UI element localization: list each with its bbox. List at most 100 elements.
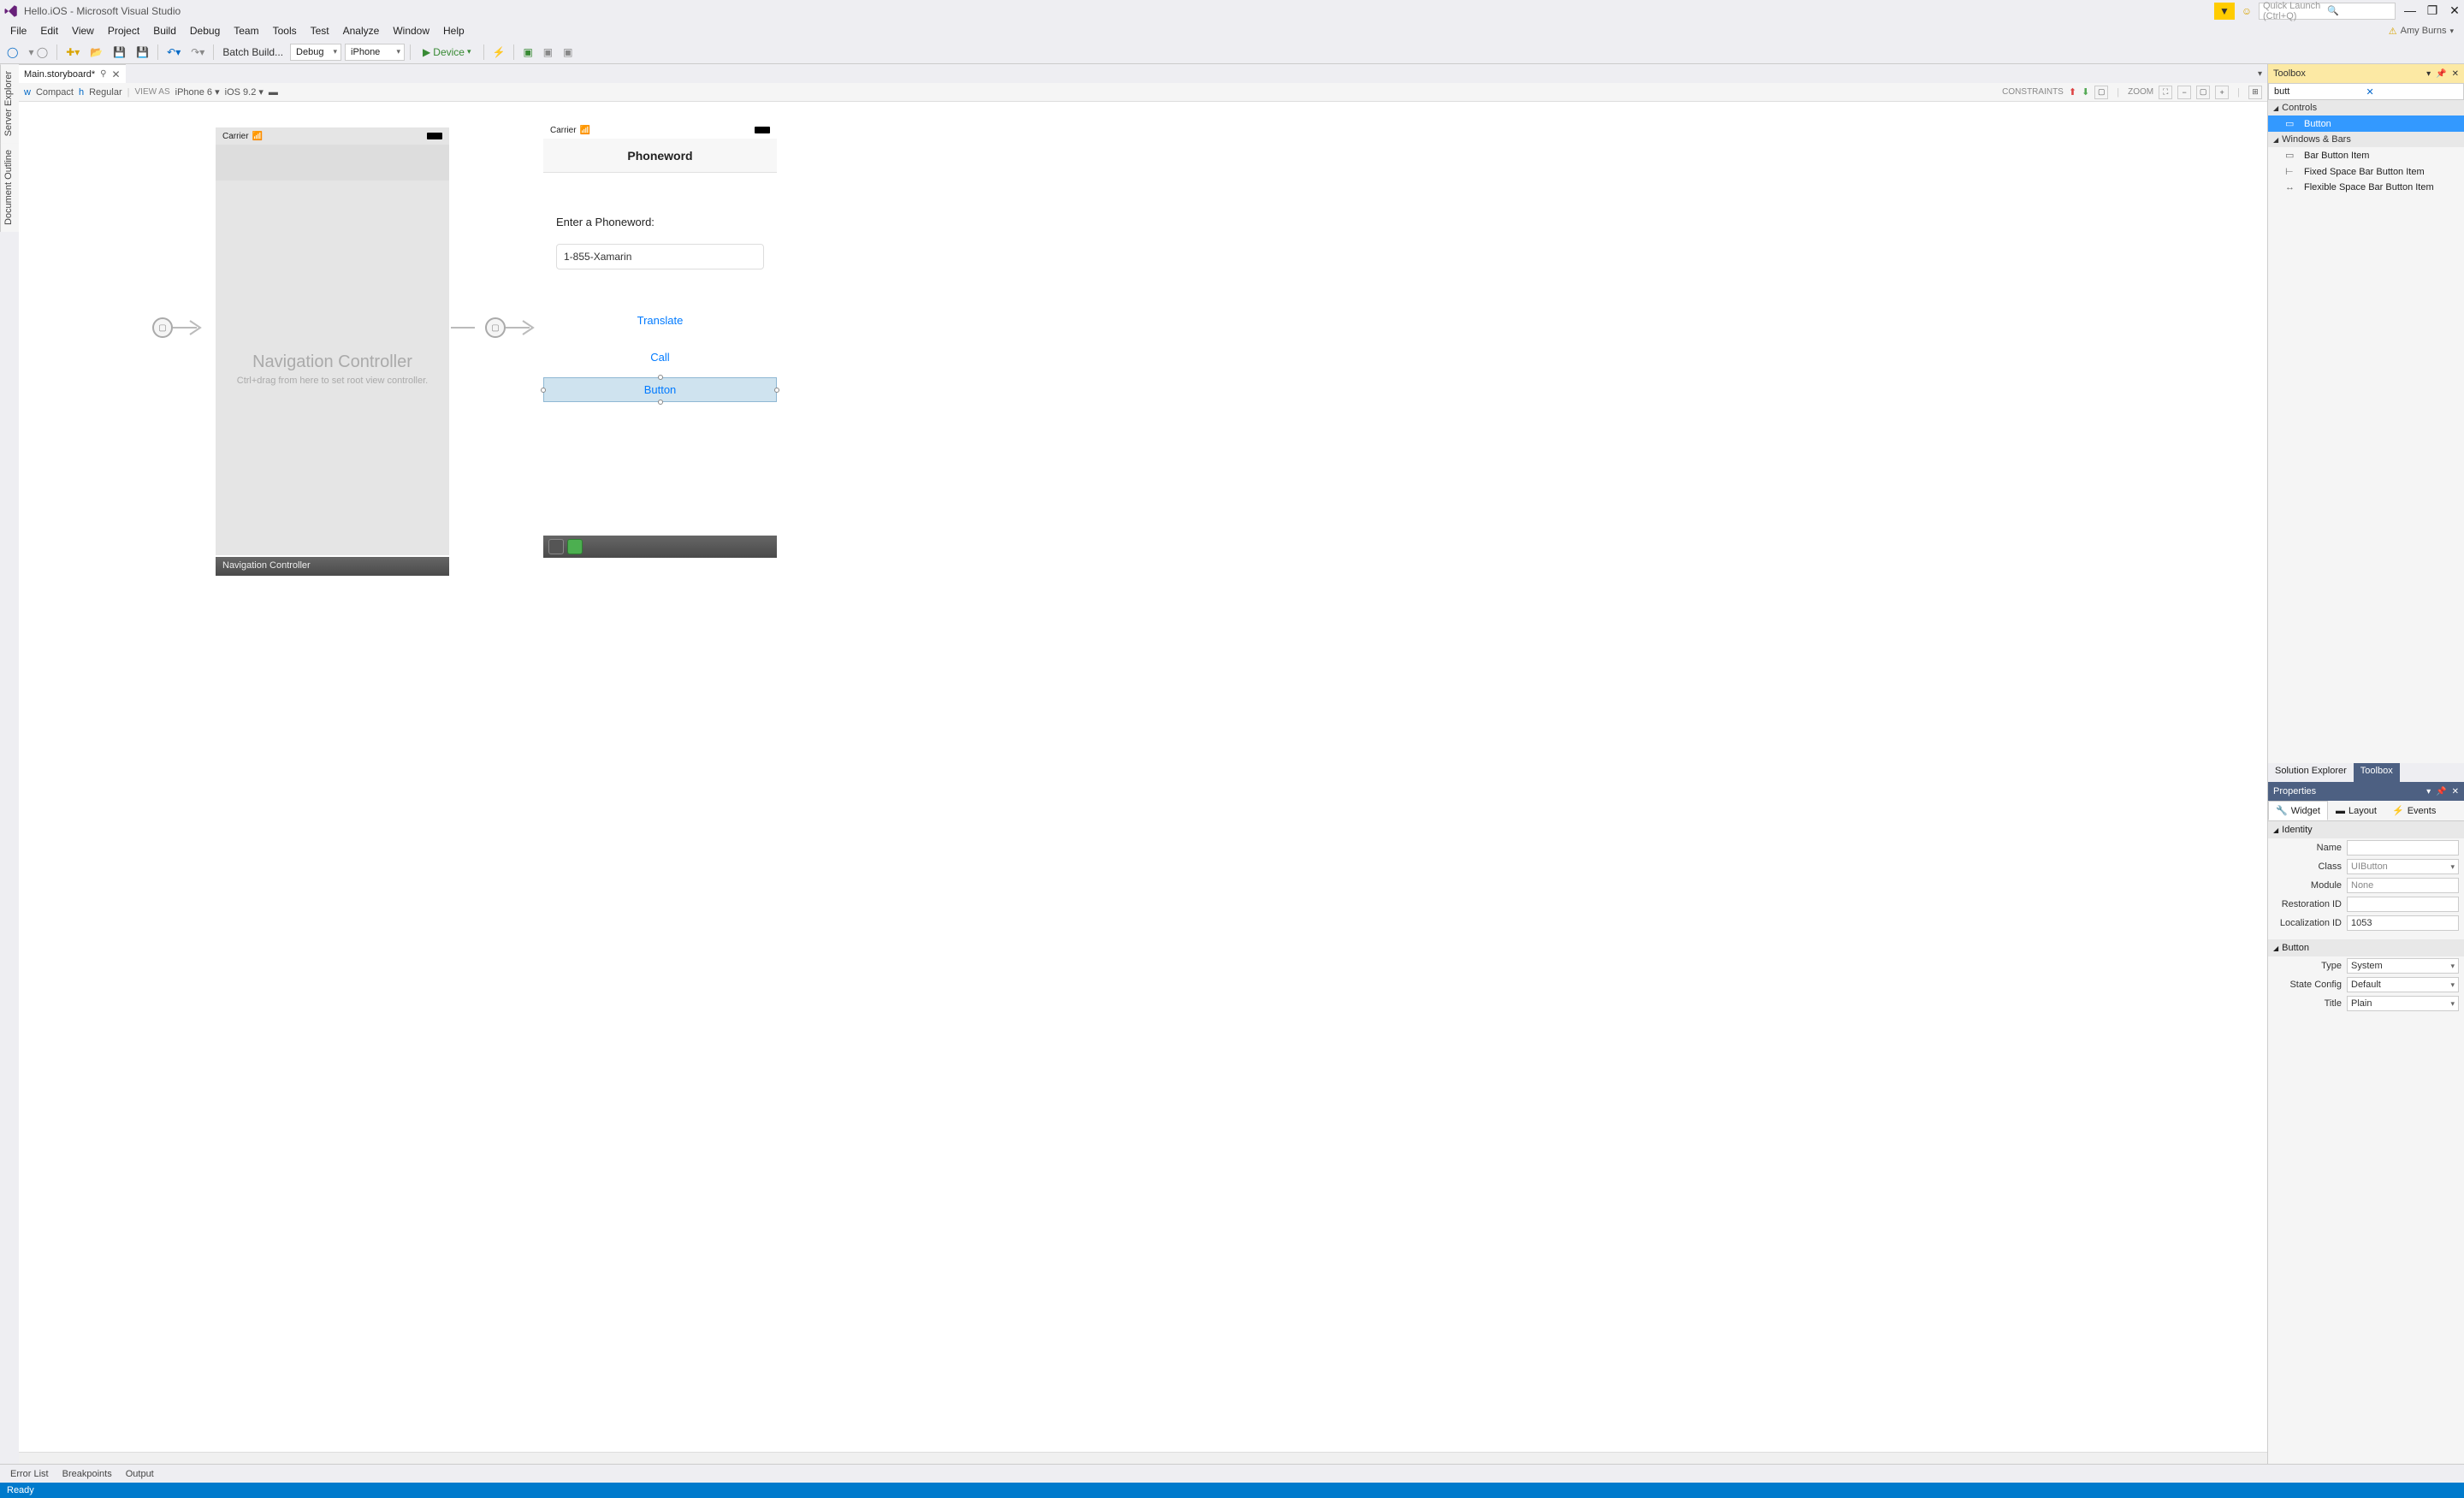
user-name[interactable]: Amy Burns [2401, 26, 2447, 36]
menu-analyze[interactable]: Analyze [336, 23, 387, 38]
panel-menu-icon[interactable]: ▾ [2426, 787, 2431, 796]
tool-icon-1[interactable]: ⚡ [489, 44, 509, 60]
menu-edit[interactable]: Edit [33, 23, 65, 38]
root-view-segue[interactable]: ▢ [451, 317, 540, 338]
horizontal-scrollbar[interactable] [19, 1452, 2267, 1464]
pin-icon[interactable]: 📌 [2436, 787, 2446, 796]
phoneword-label[interactable]: Enter a Phoneword: [556, 216, 764, 228]
view-controller-icon[interactable] [548, 539, 564, 554]
layout-tab[interactable]: ▬Layout [2328, 801, 2384, 820]
new-button[interactable]: ✚▾ [62, 44, 83, 60]
tool-icon-3[interactable]: ▣ [540, 44, 556, 60]
menu-project[interactable]: Project [101, 23, 146, 38]
platform-combo[interactable]: iPhone [345, 44, 405, 61]
menu-window[interactable]: Window [386, 23, 436, 38]
open-button[interactable]: 📂 [86, 44, 106, 60]
menu-debug[interactable]: Debug [183, 23, 227, 38]
redo-button[interactable]: ↷▾ [187, 44, 208, 60]
new-button-selected[interactable]: Button [543, 377, 777, 402]
state-input[interactable]: Default [2347, 977, 2459, 992]
phoneword-textfield[interactable]: 1-855-Xamarin [556, 244, 764, 269]
widget-tab[interactable]: 🔧Widget [2268, 801, 2328, 820]
nav-back-button[interactable]: ◯ [3, 44, 21, 60]
size-class-h[interactable]: Regular [89, 87, 122, 98]
scene-dock[interactable] [543, 536, 777, 558]
notification-badge[interactable]: ▼ [2214, 3, 2235, 20]
document-outline-tab[interactable]: Document Outline [0, 143, 19, 232]
title-input[interactable]: Plain [2347, 996, 2459, 1011]
pin-icon[interactable]: 📌 [2436, 69, 2446, 79]
close-button[interactable]: ✕ [2449, 3, 2461, 18]
close-tab-icon[interactable]: ✕ [111, 68, 120, 80]
toolbox-header[interactable]: Toolbox ▾📌✕ [2268, 64, 2464, 83]
identity-section[interactable]: Identity [2268, 821, 2464, 838]
close-panel-icon[interactable]: ✕ [2452, 787, 2459, 796]
server-explorer-tab[interactable]: Server Explorer [0, 64, 19, 143]
entry-point-segue[interactable]: ▢ [152, 317, 207, 338]
panel-menu-icon[interactable]: ▾ [2426, 69, 2431, 79]
type-input[interactable]: System [2347, 958, 2459, 974]
properties-header[interactable]: Properties ▾📌✕ [2268, 782, 2464, 801]
undo-button[interactable]: ↶▾ [163, 44, 184, 60]
run-device-button[interactable]: ▶Device▾ [416, 44, 477, 60]
toolbox-item-fixedspace[interactable]: ⊢ Fixed Space Bar Button Item [2268, 163, 2464, 180]
device-select[interactable]: iPhone 6 ▾ [175, 86, 220, 98]
first-responder-icon[interactable] [567, 539, 583, 554]
phoneword-view-controller[interactable]: Carrier 📶 Phoneword Enter a Phoneword: 1… [543, 121, 777, 558]
output-tab[interactable]: Output [119, 1467, 161, 1481]
close-panel-icon[interactable]: ✕ [2452, 69, 2459, 79]
navigation-controller-scene[interactable]: Carrier 📶 Navigation Controller Ctrl+dra… [216, 127, 449, 555]
menu-tools[interactable]: Tools [266, 23, 304, 38]
save-all-button[interactable]: 💾 [133, 44, 152, 60]
constraint-icon-1[interactable]: ⬆ [2069, 86, 2076, 98]
menu-test[interactable]: Test [304, 23, 336, 38]
events-tab[interactable]: ⚡Events [2384, 801, 2443, 820]
nav-fwd-button[interactable]: ▾ ◯ [25, 44, 51, 60]
class-input[interactable]: UIButton [2347, 859, 2459, 874]
menu-team[interactable]: Team [227, 23, 265, 38]
save-button[interactable]: 💾 [110, 44, 129, 60]
feedback-icon[interactable]: ☺ [2236, 3, 2257, 20]
tab-overflow-button[interactable]: ▾ [2253, 69, 2267, 79]
solution-explorer-tab[interactable]: Solution Explorer [2268, 763, 2354, 782]
toolbox-item-flexspace[interactable]: ↔ Flexible Space Bar Button Item [2268, 180, 2464, 195]
menu-view[interactable]: View [65, 23, 101, 38]
zoom-fit-icon[interactable]: ⛶ [2159, 86, 2172, 99]
constraint-icon-2[interactable]: ⬇ [2082, 86, 2089, 98]
pin-icon[interactable]: ⚲ [100, 69, 106, 79]
toolbox-item-button[interactable]: ▭ Button [2268, 115, 2464, 132]
button-section[interactable]: Button [2268, 939, 2464, 956]
menu-help[interactable]: Help [436, 23, 471, 38]
name-input[interactable] [2347, 840, 2459, 856]
config-combo[interactable]: Debug [290, 44, 341, 61]
module-input[interactable]: None [2347, 878, 2459, 893]
maximize-button[interactable]: ❐ [2426, 3, 2438, 18]
minimize-button[interactable]: — [2404, 3, 2416, 18]
batch-build-button[interactable]: Batch Build... [219, 44, 287, 60]
document-tab-storyboard[interactable]: Main.storyboard* ⚲ ✕ [19, 64, 126, 83]
orientation-icon[interactable]: ▬ [269, 87, 278, 98]
toolbox-item-barbutton[interactable]: ▭ Bar Button Item [2268, 147, 2464, 163]
localization-input[interactable]: 1053 [2347, 915, 2459, 931]
breakpoints-tab[interactable]: Breakpoints [56, 1467, 119, 1481]
toolbox-group-controls[interactable]: Controls [2268, 100, 2464, 115]
grid-icon[interactable]: ⊞ [2248, 86, 2262, 99]
restoration-input[interactable] [2347, 897, 2459, 912]
constraint-frame-icon[interactable]: ▢ [2094, 86, 2108, 99]
call-button[interactable]: Call [556, 346, 764, 369]
zoom-actual-icon[interactable]: ▢ [2196, 86, 2210, 99]
ios-select[interactable]: iOS 9.2 ▾ [225, 86, 264, 98]
toolbox-group-windows[interactable]: Windows & Bars [2268, 132, 2464, 147]
navigation-bar-title[interactable]: Phoneword [543, 139, 777, 173]
translate-button[interactable]: Translate [556, 309, 764, 332]
toolbox-tab[interactable]: Toolbox [2354, 763, 2400, 782]
menu-file[interactable]: File [3, 23, 33, 38]
zoom-in-icon[interactable]: + [2215, 86, 2229, 99]
tool-icon-4[interactable]: ▣ [560, 44, 576, 60]
storyboard-canvas[interactable]: ▢ Carrier 📶 Navigation Controller Ctrl+d… [19, 102, 2267, 1452]
zoom-out-icon[interactable]: − [2177, 86, 2191, 99]
toolbox-search-input[interactable]: butt ✕ [2268, 83, 2464, 100]
clear-search-icon[interactable]: ✕ [2366, 86, 2459, 98]
size-class-w[interactable]: Compact [36, 87, 74, 98]
menu-build[interactable]: Build [146, 23, 183, 38]
